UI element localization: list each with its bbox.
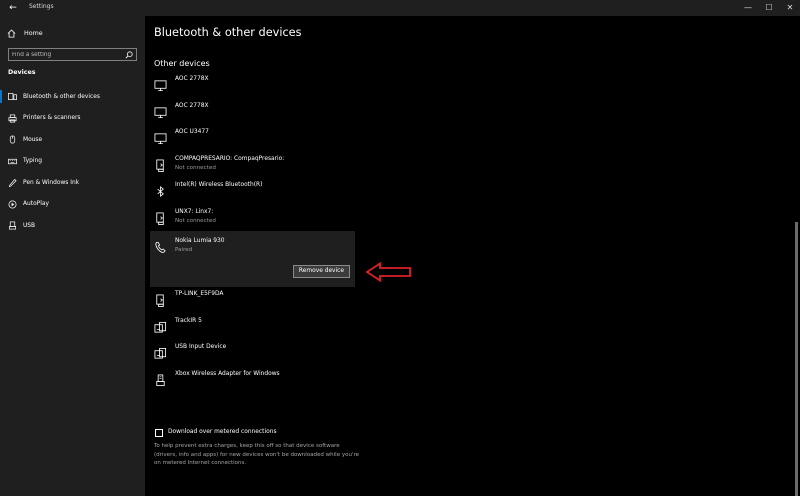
annotation-arrow-icon bbox=[365, 262, 411, 282]
sidebar-item-label: Printers & scanners bbox=[23, 115, 81, 122]
main-content: Bluetooth & other devices Other devices … bbox=[145, 16, 800, 496]
keyboard-icon bbox=[8, 157, 17, 166]
sidebar-item-label: USB bbox=[23, 222, 36, 229]
device-item[interactable]: Intel(R) Wireless Bluetooth(R) bbox=[150, 178, 355, 205]
sidebar-nav: Bluetooth & other devices Printers & sca… bbox=[0, 86, 145, 237]
device-name: TP-LINK_E5F9DA bbox=[175, 291, 224, 297]
page-title: Bluetooth & other devices bbox=[154, 26, 302, 39]
device-item[interactable]: TP-LINK_E5F9DA bbox=[150, 287, 355, 314]
sidebar-item-label: Pen & Windows Ink bbox=[23, 179, 80, 186]
device-name: UNX7: Linx7: bbox=[175, 208, 214, 215]
sidebar-item-typing[interactable]: Typing bbox=[0, 151, 145, 173]
bluetooth-devices-icon bbox=[8, 92, 17, 101]
sidebar-item-label: Bluetooth & other devices bbox=[23, 93, 100, 100]
scrollbar-thumb[interactable] bbox=[795, 222, 798, 496]
sidebar-item-autoplay[interactable]: AutoPlay bbox=[0, 194, 145, 216]
sidebar-item-printers[interactable]: Printers & scanners bbox=[0, 108, 145, 130]
device-item-selected[interactable]: Nokia Lumia 930 Paired Remove device bbox=[150, 231, 355, 287]
monitor-icon bbox=[154, 77, 167, 92]
other-devices-heading: Other devices bbox=[154, 59, 210, 68]
device-item[interactable]: TrackIR 5 bbox=[150, 314, 355, 341]
phone-icon bbox=[154, 239, 167, 253]
pen-icon bbox=[8, 178, 17, 188]
window-title: Settings bbox=[29, 3, 54, 10]
mouse-icon bbox=[8, 135, 17, 144]
printer-icon bbox=[8, 114, 17, 123]
sidebar-item-bluetooth[interactable]: Bluetooth & other devices bbox=[0, 86, 145, 108]
device-item[interactable]: AOC 2778X bbox=[150, 99, 355, 126]
device-item[interactable]: AOC U3477 bbox=[150, 125, 355, 152]
remove-device-button[interactable]: Remove device bbox=[293, 265, 350, 278]
device-name: Xbox Wireless Adapter for Windows bbox=[175, 370, 280, 377]
sidebar-item-label: AutoPlay bbox=[23, 201, 49, 208]
device-status: Not connected bbox=[175, 217, 216, 224]
search-box[interactable] bbox=[8, 48, 137, 61]
network-device-icon bbox=[154, 157, 167, 172]
generic-device-icon bbox=[154, 345, 167, 359]
device-item[interactable]: USB Input Device bbox=[150, 340, 355, 367]
metered-checkbox-label[interactable]: Download over metered connections bbox=[168, 429, 277, 435]
scrollbar[interactable] bbox=[793, 16, 800, 496]
device-list: AOC 2778X AOC 2778X AOC U3477 COMPAQPRES… bbox=[150, 72, 355, 393]
device-name: AOC 2778X bbox=[175, 76, 209, 82]
device-item[interactable]: AOC 2778X bbox=[150, 72, 355, 99]
home-icon bbox=[7, 29, 16, 38]
sidebar: Home Devices Bluetooth & other devices P… bbox=[0, 16, 145, 496]
autoplay-icon bbox=[8, 200, 17, 209]
sidebar-item-mouse[interactable]: Mouse bbox=[0, 129, 145, 151]
metered-checkbox[interactable] bbox=[155, 429, 163, 437]
sidebar-item-pen[interactable]: Pen & Windows Ink bbox=[0, 172, 145, 194]
search-icon[interactable] bbox=[125, 51, 133, 59]
device-status: Paired bbox=[175, 247, 193, 253]
usb-adapter-icon bbox=[154, 372, 167, 386]
title-bar: ← Settings — ☐ ✕ bbox=[0, 0, 800, 16]
nav-home[interactable]: Home bbox=[7, 26, 43, 40]
device-name: COMPAQPRESARIO: CompaqPresario: bbox=[175, 155, 285, 162]
device-name: AOC 2778X bbox=[175, 102, 209, 109]
device-name: AOC U3477 bbox=[175, 129, 209, 135]
close-icon[interactable]: ✕ bbox=[778, 0, 800, 16]
device-name: TrackIR 5 bbox=[175, 317, 202, 324]
device-item[interactable]: COMPAQPRESARIO: CompaqPresario: Not conn… bbox=[150, 152, 355, 179]
bluetooth-icon bbox=[154, 183, 167, 198]
back-arrow-icon[interactable]: ← bbox=[6, 1, 20, 15]
sidebar-item-label: Mouse bbox=[23, 136, 43, 143]
monitor-icon bbox=[154, 130, 167, 145]
sidebar-section-title: Devices bbox=[8, 69, 36, 76]
device-item[interactable]: UNX7: Linx7: Not connected bbox=[150, 205, 355, 232]
sidebar-item-usb[interactable]: USB bbox=[0, 215, 145, 237]
sidebar-item-label: Typing bbox=[23, 158, 43, 165]
generic-device-icon bbox=[154, 319, 167, 333]
device-name: Intel(R) Wireless Bluetooth(R) bbox=[175, 182, 263, 188]
usb-icon bbox=[8, 221, 17, 230]
home-label: Home bbox=[24, 29, 43, 37]
network-device-icon bbox=[154, 292, 167, 307]
network-device-icon bbox=[154, 210, 167, 225]
device-item[interactable]: Xbox Wireless Adapter for Windows bbox=[150, 367, 355, 394]
monitor-icon bbox=[154, 104, 167, 118]
device-name: USB Input Device bbox=[175, 344, 227, 350]
device-name: Nokia Lumia 930 bbox=[175, 238, 225, 244]
device-status: Not connected bbox=[175, 164, 216, 171]
search-input[interactable] bbox=[12, 50, 120, 60]
metered-description: To help prevent extra charges, keep this… bbox=[154, 443, 359, 467]
